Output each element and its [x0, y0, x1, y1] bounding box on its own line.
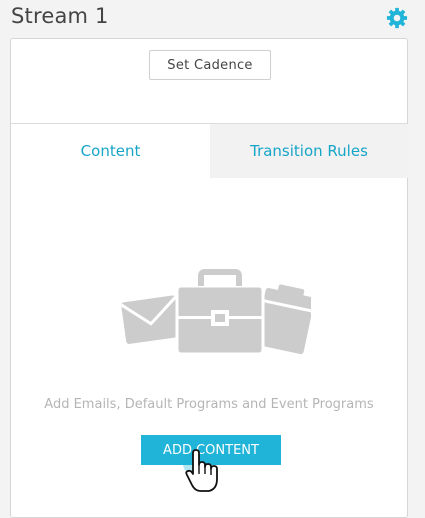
stream-title: Stream 1: [11, 4, 109, 28]
tab-content[interactable]: Content: [11, 124, 210, 178]
empty-state-message: Add Emails, Default Programs and Event P…: [44, 397, 374, 412]
set-cadence-button[interactable]: Set Cadence: [149, 50, 271, 80]
stream-panel: Set Cadence Content Transition Rules Add…: [10, 38, 408, 518]
add-content-button[interactable]: ADD CONTENT: [141, 435, 281, 465]
gear-icon[interactable]: [386, 7, 408, 29]
email-briefcase-ticket-icon: [120, 269, 311, 356]
tab-transition-rules[interactable]: Transition Rules: [210, 124, 408, 178]
